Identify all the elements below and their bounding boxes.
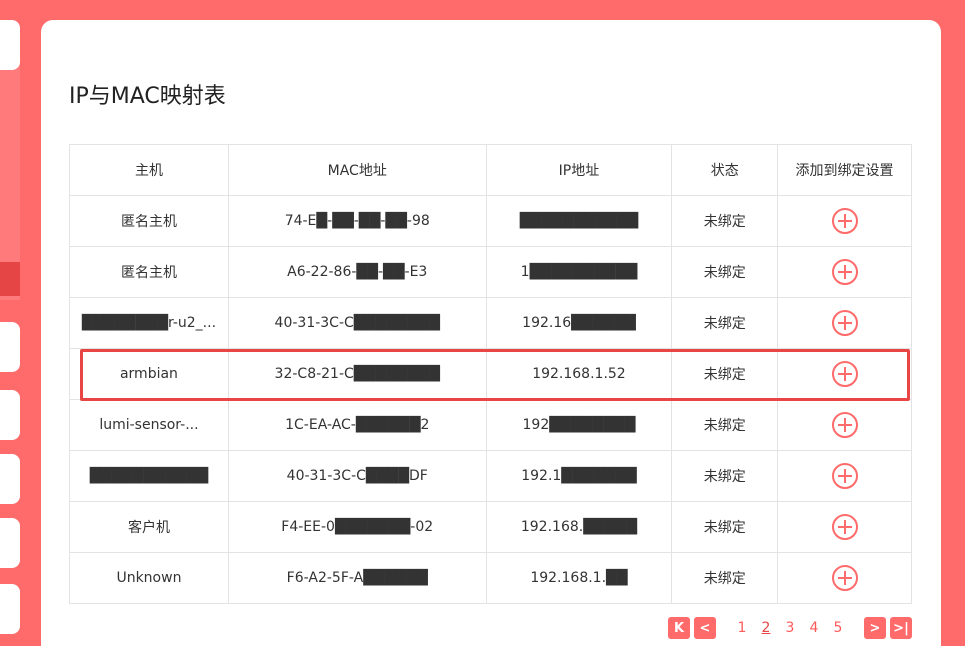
ip-cell: 192.168.1.52 (485, 348, 673, 400)
add-binding-plus-icon[interactable] (831, 361, 858, 387)
table-row: lumi-sensor-... 1C-EA-AC-██████2 192████… (69, 399, 912, 451)
status-cell: 未绑定 (671, 348, 779, 400)
mac-cell: F4-EE-0███████-02 (227, 501, 487, 553)
host-cell: armbian (69, 348, 229, 400)
col-add-binding: 添加到绑定设置 (777, 144, 912, 196)
host-cell: 匿名主机 (69, 195, 229, 247)
next-page-button[interactable]: > (864, 617, 886, 639)
sidebar-tab[interactable] (0, 454, 20, 504)
col-host: 主机 (69, 144, 229, 196)
mac-cell: 40-31-3C-C████DF (227, 450, 487, 502)
host-cell: ████████r-u2_... (69, 297, 229, 349)
sidebar-tab[interactable] (0, 390, 20, 440)
ip-cell: ███████████ (485, 195, 673, 247)
col-mac: MAC地址 (227, 144, 487, 196)
mac-cell: 32-C8-21-C████████ (227, 348, 487, 400)
table-row: ████████r-u2_... 40-31-3C-C████████ 192.… (69, 297, 912, 349)
table-row: 客户机 F4-EE-0███████-02 192.168.█████ 未绑定 (69, 501, 912, 553)
page-4-link[interactable]: 4 (804, 620, 824, 636)
col-status: 状态 (671, 144, 779, 196)
add-binding-plus-icon[interactable] (831, 259, 858, 285)
table-row: ███████████ 40-31-3C-C████DF 192.1██████… (69, 450, 912, 502)
first-page-button[interactable]: K (668, 617, 690, 639)
status-cell: 未绑定 (671, 552, 779, 604)
ip-cell: 1██████████ (485, 246, 673, 298)
add-binding-plus-icon[interactable] (831, 514, 858, 540)
table-row: Unknown F6-A2-5F-A██████ 192.168.1.██ 未绑… (69, 552, 912, 604)
add-binding-plus-icon[interactable] (831, 208, 858, 234)
ip-cell: 192████████ (485, 399, 673, 451)
host-cell: Unknown (69, 552, 229, 604)
col-ip: IP地址 (485, 144, 673, 196)
sidebar-tab[interactable] (0, 20, 20, 70)
prev-page-button[interactable]: < (694, 617, 716, 639)
page-3-link[interactable]: 3 (780, 620, 800, 636)
status-cell: 未绑定 (671, 399, 779, 451)
sidebar-tab[interactable] (0, 322, 20, 372)
sidebar-active-indicator (0, 262, 20, 296)
host-cell: 匿名主机 (69, 246, 229, 298)
mac-cell: 1C-EA-AC-██████2 (227, 399, 487, 451)
last-page-button[interactable]: >| (890, 617, 912, 639)
ip-cell: 192.168.1.██ (485, 552, 673, 604)
add-binding-plus-icon[interactable] (831, 310, 858, 336)
sidebar-tab[interactable] (0, 584, 20, 634)
ip-mac-table: 主机 MAC地址 IP地址 状态 添加到绑定设置 匿名主机 74-E█-██-█… (69, 144, 912, 604)
status-cell: 未绑定 (671, 195, 779, 247)
table-row: armbian 32-C8-21-C████████ 192.168.1.52 … (69, 348, 912, 400)
status-cell: 未绑定 (671, 246, 779, 298)
status-cell: 未绑定 (671, 450, 779, 502)
page-1-link[interactable]: 1 (732, 620, 752, 636)
add-binding-plus-icon[interactable] (831, 463, 858, 489)
mac-cell: F6-A2-5F-A██████ (227, 552, 487, 604)
host-cell: ███████████ (69, 450, 229, 502)
table-header-row: 主机 MAC地址 IP地址 状态 添加到绑定设置 (69, 144, 912, 196)
ip-cell: 192.168.█████ (485, 501, 673, 553)
add-binding-plus-icon[interactable] (831, 412, 858, 438)
mac-cell: A6-22-86-██-██-E3 (227, 246, 487, 298)
page-2-link[interactable]: 2 (756, 620, 776, 636)
mac-cell: 74-E█-██-██-██-98 (227, 195, 487, 247)
ip-cell: 192.16██████ (485, 297, 673, 349)
pagination: K < 1 2 3 4 5 > >| (668, 617, 912, 639)
ip-cell: 192.1███████ (485, 450, 673, 502)
mac-cell: 40-31-3C-C████████ (227, 297, 487, 349)
page-title: IP与MAC映射表 (69, 84, 226, 109)
host-cell: 客户机 (69, 501, 229, 553)
table-row: 匿名主机 A6-22-86-██-██-E3 1██████████ 未绑定 (69, 246, 912, 298)
sidebar-tab[interactable] (0, 518, 20, 568)
table-row: 匿名主机 74-E█-██-██-██-98 ███████████ 未绑定 (69, 195, 912, 247)
status-cell: 未绑定 (671, 297, 779, 349)
add-binding-plus-icon[interactable] (831, 565, 858, 591)
host-cell: lumi-sensor-... (69, 399, 229, 451)
page-5-link[interactable]: 5 (828, 620, 848, 636)
status-cell: 未绑定 (671, 501, 779, 553)
